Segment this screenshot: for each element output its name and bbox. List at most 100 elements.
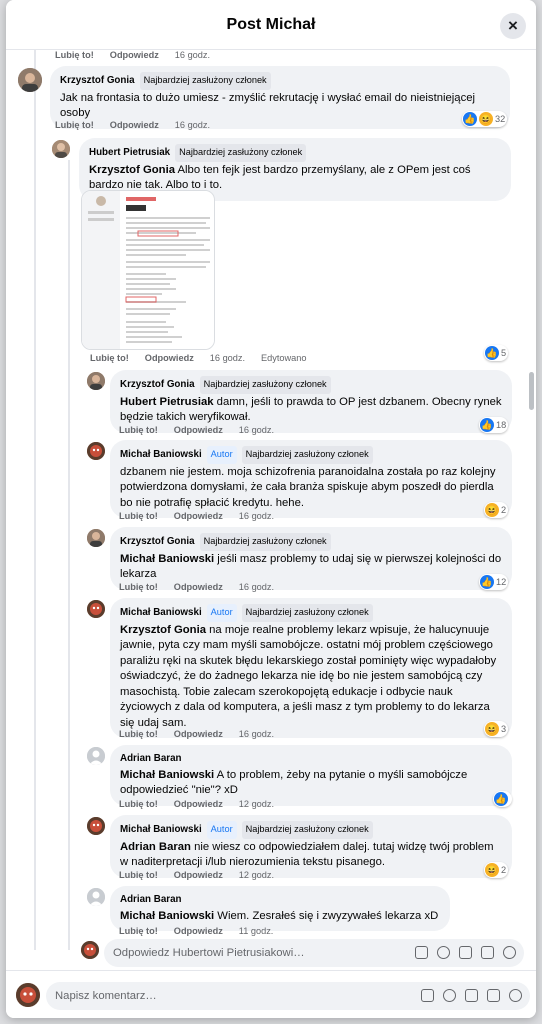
thread-line [34, 50, 36, 950]
comment-time[interactable]: 12 godz. [239, 799, 274, 809]
like-link[interactable]: Lubię to! [119, 926, 158, 936]
comment-time[interactable]: 16 godz. [175, 50, 210, 60]
gif-icon[interactable] [487, 989, 500, 1002]
close-icon: × [508, 16, 518, 35]
like-icon: 👍 [494, 792, 508, 806]
reply-link[interactable]: Odpowiedz [174, 511, 223, 521]
avatar [81, 941, 99, 959]
comment-time[interactable]: 16 godz. [210, 353, 245, 363]
comment-text: Wiem. Zesrałeś się i zwyzywałeś lekarza … [214, 909, 439, 922]
mention[interactable]: Michał Baniowski [120, 910, 214, 922]
like-link[interactable]: Lubię to! [119, 799, 158, 809]
like-link[interactable]: Lubię to! [119, 582, 158, 592]
comment-input[interactable]: Napisz komentarz… [46, 982, 530, 1010]
comment-text: Jak na frontasia to dużo umiesz - zmyśli… [60, 91, 476, 120]
avatar[interactable] [87, 372, 105, 390]
sticker-icon[interactable] [415, 946, 428, 959]
scrollbar-thumb[interactable] [529, 372, 534, 410]
haha-icon: 😆 [485, 503, 499, 517]
reply-link[interactable]: Odpowiedz [145, 353, 194, 363]
camera-icon[interactable] [465, 989, 478, 1002]
avatar[interactable] [87, 600, 105, 618]
reaction-summary[interactable]: 😆 2 [484, 862, 509, 878]
mention[interactable]: Hubert Pietrusiak [120, 396, 214, 408]
comments-scroll-area[interactable]: Lubię to! Odpowiedz 16 godz. Krzysztof G… [6, 50, 536, 970]
reaction-summary[interactable]: 😆 2 [484, 502, 509, 518]
comment-time[interactable]: 16 godz. [239, 729, 274, 739]
comment-time[interactable]: 16 godz. [239, 582, 274, 592]
comment-input-icons [421, 989, 522, 1002]
like-link[interactable]: Lubię to! [119, 425, 158, 435]
emoji-icon[interactable] [437, 946, 450, 959]
avatar[interactable] [52, 140, 70, 158]
comment-author[interactable]: Krzysztof Gonia [120, 534, 195, 550]
author-badge: Autor [206, 821, 237, 839]
comment-bubble: Krzysztof Gonia Najbardziej zasłużony cz… [110, 370, 512, 433]
reply-link[interactable]: Odpowiedz [174, 582, 223, 592]
like-link[interactable]: Lubię to! [90, 353, 129, 363]
comment-author[interactable]: Michał Baniowski [120, 605, 202, 621]
mention[interactable]: Krzysztof Gonia [120, 624, 206, 636]
like-link[interactable]: Lubię to! [119, 870, 158, 880]
top-contributor-badge: Najbardziej zasłużony członek [241, 446, 373, 464]
like-link[interactable]: Lubię to! [119, 729, 158, 739]
thread-line [68, 160, 70, 950]
reaction-summary[interactable]: 👍 12 [479, 574, 509, 590]
edited-label[interactable]: Edytowano [261, 353, 306, 363]
haha-icon: 😆 [485, 863, 499, 877]
reaction-summary[interactable]: 👍 [493, 791, 512, 807]
avatar[interactable] [87, 529, 105, 547]
reaction-summary[interactable]: 😆 3 [484, 721, 509, 737]
reply-input[interactable]: Odpowiedz Hubertowi Pietrusiakowi… [104, 939, 524, 967]
reaction-count: 5 [501, 348, 507, 358]
sticker-icon[interactable] [421, 989, 434, 1002]
mention[interactable]: Michał Baniowski [120, 769, 214, 781]
comment-author[interactable]: Krzysztof Gonia [120, 377, 195, 393]
comment-time[interactable]: 16 godz. [239, 511, 274, 521]
comment-time[interactable]: 16 godz. [239, 425, 274, 435]
comment-time[interactable]: 16 godz. [175, 120, 210, 130]
reply-link[interactable]: Odpowiedz [174, 799, 223, 809]
haha-icon: 😆 [479, 112, 493, 126]
reply-link[interactable]: Odpowiedz [174, 729, 223, 739]
like-link[interactable]: Lubię to! [119, 511, 158, 521]
comment-author[interactable]: Hubert Pietrusiak [89, 145, 170, 161]
like-icon: 👍 [485, 346, 499, 360]
emoji-icon[interactable] [443, 989, 456, 1002]
reaction-summary[interactable]: 👍 5 [484, 345, 509, 361]
comment-author[interactable]: Adrian Baran [120, 892, 182, 908]
avatar[interactable] [87, 817, 105, 835]
reply-link[interactable]: Odpowiedz [110, 120, 159, 130]
author-badge: Autor [206, 446, 237, 464]
avatar[interactable] [18, 68, 42, 92]
reply-link[interactable]: Odpowiedz [174, 870, 223, 880]
mention[interactable]: Adrian Baran [120, 841, 191, 853]
reply-link[interactable]: Odpowiedz [110, 50, 159, 60]
comment-author[interactable]: Adrian Baran [120, 751, 182, 767]
gif-icon[interactable] [481, 946, 494, 959]
reaction-summary[interactable]: 👍 18 [479, 417, 509, 433]
like-link[interactable]: Lubię to! [55, 50, 94, 60]
comment-time[interactable]: 11 godz. [239, 926, 274, 936]
comment-author[interactable]: Michał Baniowski [120, 447, 202, 463]
avatar-sticker-icon[interactable] [503, 946, 516, 959]
avatar[interactable] [87, 888, 105, 906]
reply-link[interactable]: Odpowiedz [174, 926, 223, 936]
mention[interactable]: Krzysztof Gonia [89, 164, 175, 176]
comment-image-attachment[interactable] [81, 190, 215, 350]
avatar[interactable] [87, 442, 105, 460]
avatar-sticker-icon[interactable] [509, 989, 522, 1002]
close-button[interactable]: × [500, 13, 526, 39]
comment-time[interactable]: 12 godz. [239, 870, 274, 880]
comment-actions: Lubię to! Odpowiedz 16 godz. [119, 511, 290, 521]
camera-icon[interactable] [459, 946, 472, 959]
avatar[interactable] [87, 747, 105, 765]
like-link[interactable]: Lubię to! [55, 120, 94, 130]
comment-author[interactable]: Krzysztof Gonia [60, 73, 135, 89]
mention[interactable]: Michał Baniowski [120, 553, 214, 565]
comment-author[interactable]: Michał Baniowski [120, 822, 202, 838]
reaction-summary[interactable]: 👍 😆 32 [462, 111, 508, 127]
comment-actions: Lubię to! Odpowiedz 16 godz. [119, 729, 290, 739]
avatar [16, 983, 40, 1007]
reply-link[interactable]: Odpowiedz [174, 425, 223, 435]
